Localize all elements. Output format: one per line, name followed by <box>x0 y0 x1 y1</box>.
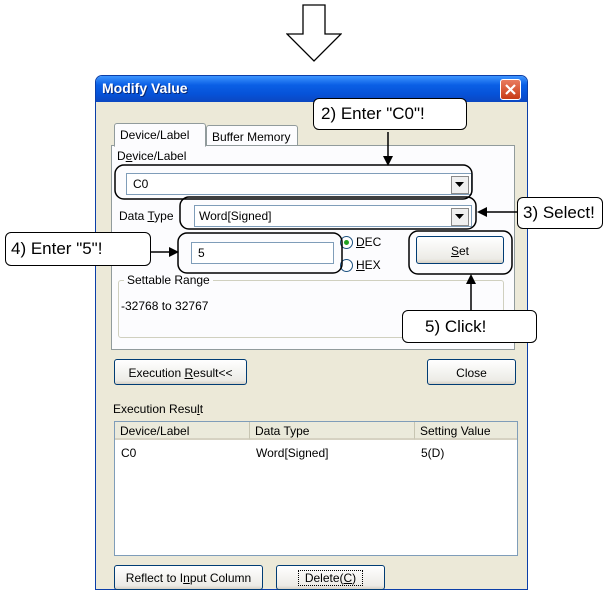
device-label-highlight-ring <box>114 164 473 200</box>
callout-step3: 3) Select! <box>517 197 603 229</box>
tab-label: Device/Label <box>120 128 190 142</box>
value-input-highlight-ring <box>177 232 343 274</box>
callout-step4: 4) Enter "5"! <box>5 232 151 266</box>
data-type-highlight-ring <box>179 196 477 230</box>
tab-device-label[interactable]: Device/Label <box>114 123 206 147</box>
callout-step5: 5) Click! <box>402 310 537 343</box>
set-button-highlight-ring <box>408 230 513 275</box>
annotation-overlay <box>114 132 517 310</box>
callout-step2: 2) Enter "C0"! <box>313 98 467 130</box>
